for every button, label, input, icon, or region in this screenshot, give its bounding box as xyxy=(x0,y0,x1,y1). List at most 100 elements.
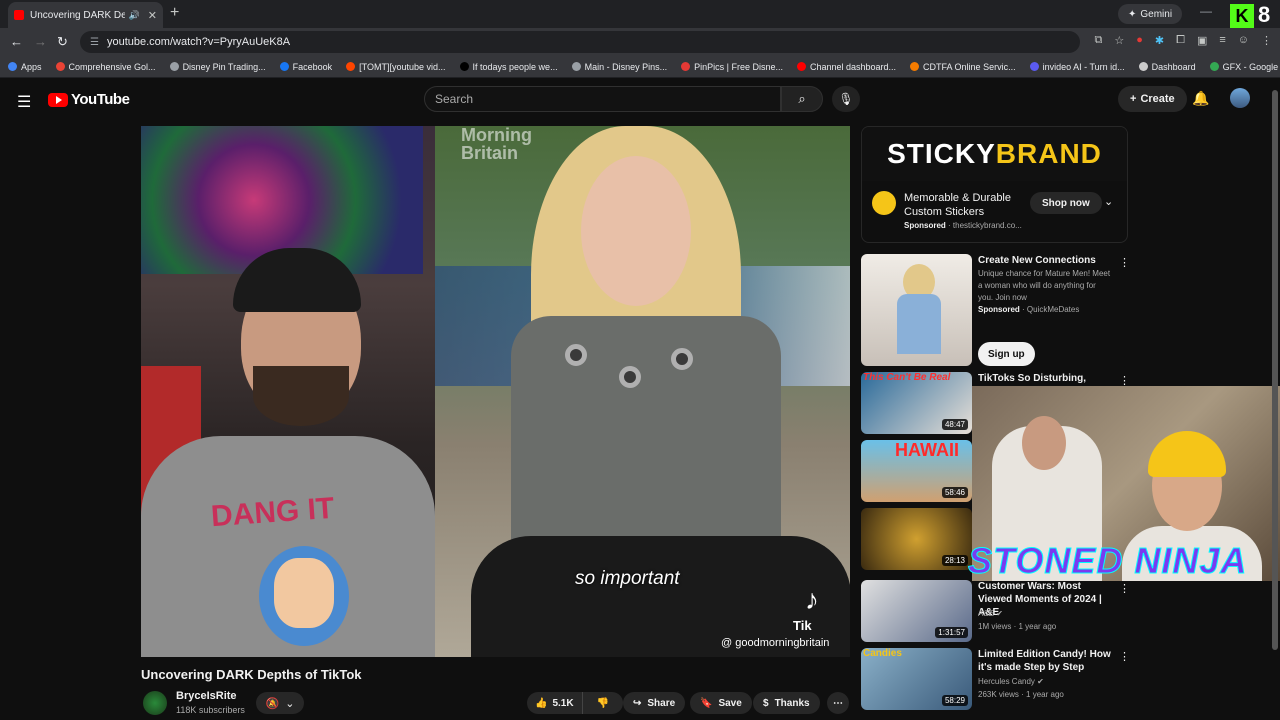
video-thumbnail xyxy=(861,254,972,366)
sidepanel-icon[interactable]: ▣ xyxy=(1197,34,1207,47)
verified-icon: ✔ xyxy=(1037,677,1044,686)
dislike-button[interactable]: 👎 xyxy=(589,698,617,709)
gemini-button[interactable]: ✦ Gemini xyxy=(1118,4,1183,24)
bookmark-item[interactable]: Comprehensive Gol... xyxy=(55,62,156,72)
install-icon[interactable]: ⧉ xyxy=(1095,34,1103,47)
bell-off-icon: 🔕 xyxy=(265,697,280,710)
youtube-logo[interactable]: YouTube xyxy=(48,91,130,108)
search-input[interactable]: Search xyxy=(424,86,781,112)
bookmark-favicon-icon xyxy=(796,62,806,71)
thumbs-down-icon: 👎 xyxy=(596,697,610,709)
like-count: 5.1K xyxy=(552,697,574,709)
ad-domain: thestickybrand.co... xyxy=(952,221,1022,230)
bookmark-star-icon[interactable]: ☆ xyxy=(1114,34,1124,47)
share-button[interactable]: ↪ Share xyxy=(623,692,686,714)
channel-avatar[interactable] xyxy=(143,691,167,715)
browser-tab-strip: Uncovering DARK Depths o 🔊 ✕ + ✦ Gemini … xyxy=(0,0,1280,28)
close-tab-icon[interactable]: ✕ xyxy=(148,9,157,22)
media-icon[interactable]: ≡ xyxy=(1219,34,1225,47)
ad-title: Memorable & Durable Custom Stickers xyxy=(904,192,1011,218)
browser-toolbar: ← → ↻ ☰ youtube.com/watch?v=PyryAuUeK8A … xyxy=(0,28,1280,56)
scrollbar-thumb[interactable] xyxy=(1272,90,1278,650)
bookmark-item[interactable]: GFX - Google Drive xyxy=(1209,62,1280,72)
video-player[interactable]: DANG IT Morning Britain so important ♪ T… xyxy=(141,126,850,657)
bookmark-label: Apps xyxy=(21,61,42,72)
minimize-icon[interactable]: — xyxy=(1200,4,1212,18)
woman-head xyxy=(1022,416,1066,470)
voice-search-button[interactable]: 🎙 xyxy=(832,86,860,112)
video-caption: so important xyxy=(575,568,680,589)
upload-age: 1 year ago xyxy=(1026,690,1064,699)
bookmark-favicon-icon xyxy=(1029,62,1039,71)
bookmark-item[interactable]: CDTFA Online Servic... xyxy=(910,62,1016,72)
create-button[interactable]: + Create xyxy=(1118,86,1187,112)
hank-face xyxy=(274,558,334,628)
more-dots-icon: ⋯ xyxy=(833,697,843,709)
browser-tab[interactable]: Uncovering DARK Depths o 🔊 ✕ xyxy=(8,2,163,28)
more-actions-button[interactable]: ⋯ xyxy=(827,692,849,714)
shop-now-button[interactable]: Shop now xyxy=(1030,192,1102,214)
item-stats: 263K views · 1 year ago xyxy=(978,690,1064,699)
bookmark-item[interactable]: Facebook xyxy=(279,62,332,72)
sponsored-video-item[interactable]: Create New Connections Unique chance for… xyxy=(861,254,1131,366)
like-button[interactable]: 👍 5.1K xyxy=(527,692,583,714)
subscribed-notifications-button[interactable]: 🔕 ⌄ xyxy=(256,692,304,714)
bookmark-favicon-icon xyxy=(910,62,920,71)
bookmark-item[interactable]: [TOMT][youtube vid... xyxy=(346,61,446,72)
reload-icon[interactable]: ↻ xyxy=(57,34,68,50)
extension-red-icon[interactable]: ● xyxy=(1136,34,1143,47)
thanks-button[interactable]: $ Thanks xyxy=(753,692,820,714)
new-tab-icon[interactable]: + xyxy=(170,4,179,22)
bookmark-item[interactable]: Dashboard xyxy=(1138,62,1196,72)
bookmark-item[interactable]: Apps xyxy=(8,62,42,72)
tiktok-handle: @ goodmorningbritain xyxy=(721,637,830,649)
account-avatar[interactable] xyxy=(1230,88,1250,108)
extensions-puzzle-icon[interactable]: ⧠ xyxy=(1176,34,1185,47)
more-options-icon[interactable]: ⋮ xyxy=(1119,256,1130,269)
item-sponsored: Sponsored xyxy=(978,305,1020,314)
search-button[interactable]: ⌕ xyxy=(781,86,823,112)
save-button[interactable]: 🔖 Save xyxy=(690,692,752,714)
tiktok-wordmark: Tik xyxy=(793,618,812,633)
ad-sponsored: Sponsored xyxy=(904,221,946,230)
hamburger-menu-icon[interactable]: ☰ xyxy=(17,92,31,112)
bookmark-label: [TOMT][youtube vid... xyxy=(359,61,446,72)
forward-icon[interactable]: → xyxy=(34,34,47,49)
thumbs-up-icon: 👍 xyxy=(535,697,548,709)
bookmark-item[interactable]: If todays people we... xyxy=(459,62,558,72)
address-bar[interactable]: ☰ youtube.com/watch?v=PyryAuUeK8A xyxy=(80,31,1080,53)
bookmark-label: Channel dashboard... xyxy=(809,61,897,72)
channel-name[interactable]: BryceIsRite xyxy=(176,690,237,702)
video-item[interactable]: 1:31:57 Customer Wars: Most Viewed Momen… xyxy=(861,580,1131,642)
kick-logo-icon: K xyxy=(1230,4,1254,28)
more-options-icon[interactable]: ⋮ xyxy=(1119,650,1130,663)
bookmark-label: CDTFA Online Servic... xyxy=(923,61,1016,72)
bookmark-label: Main - Disney Pins... xyxy=(584,61,668,72)
bookmark-item[interactable]: Channel dashboard... xyxy=(796,61,897,72)
more-options-icon[interactable]: ⋮ xyxy=(1119,582,1130,595)
bookmark-item[interactable]: invideo AI - Turn id... xyxy=(1029,62,1125,72)
back-icon[interactable]: ← xyxy=(10,34,23,49)
streamer-webcam: DANG IT xyxy=(141,126,435,657)
subscriber-count: 118K subscribers xyxy=(176,705,245,715)
ad-logo xyxy=(872,191,896,215)
notifications-bell-icon[interactable]: 🔔 xyxy=(1192,90,1209,107)
sign-up-button[interactable]: Sign up xyxy=(978,342,1035,366)
extension-blue-icon[interactable]: ✱ xyxy=(1155,34,1164,47)
sticky-brand-ad[interactable]: STICKY BRAND Memorable & Durable Custom … xyxy=(861,126,1128,243)
site-info-icon[interactable]: ☰ xyxy=(90,37,99,48)
youtube-wordmark: YouTube xyxy=(71,91,130,108)
duration-badge: 48:47 xyxy=(941,419,968,430)
item-description: Unique chance for Mature Men! Meet a wom… xyxy=(978,269,1111,302)
bookmark-item[interactable]: PinPics | Free Disne... xyxy=(681,62,783,72)
speaker-icon[interactable]: 🔊 xyxy=(129,10,140,21)
search-icon: ⌕ xyxy=(798,91,806,106)
page-scrollbar[interactable] xyxy=(1272,82,1278,702)
ad-expand-chevron-icon[interactable]: ⌄ xyxy=(1104,195,1113,208)
video-thumbnail: This Can't Be Real 48:47 xyxy=(861,372,972,434)
bookmark-item[interactable]: Main - Disney Pins... xyxy=(571,61,668,72)
video-item[interactable]: Candies 58:29 Limited Edition Candy! How… xyxy=(861,648,1131,710)
profile-icon[interactable]: ☺ xyxy=(1238,34,1249,47)
bookmark-item[interactable]: Disney Pin Trading... xyxy=(169,62,266,72)
menu-dots-icon[interactable]: ⋮ xyxy=(1261,34,1272,47)
